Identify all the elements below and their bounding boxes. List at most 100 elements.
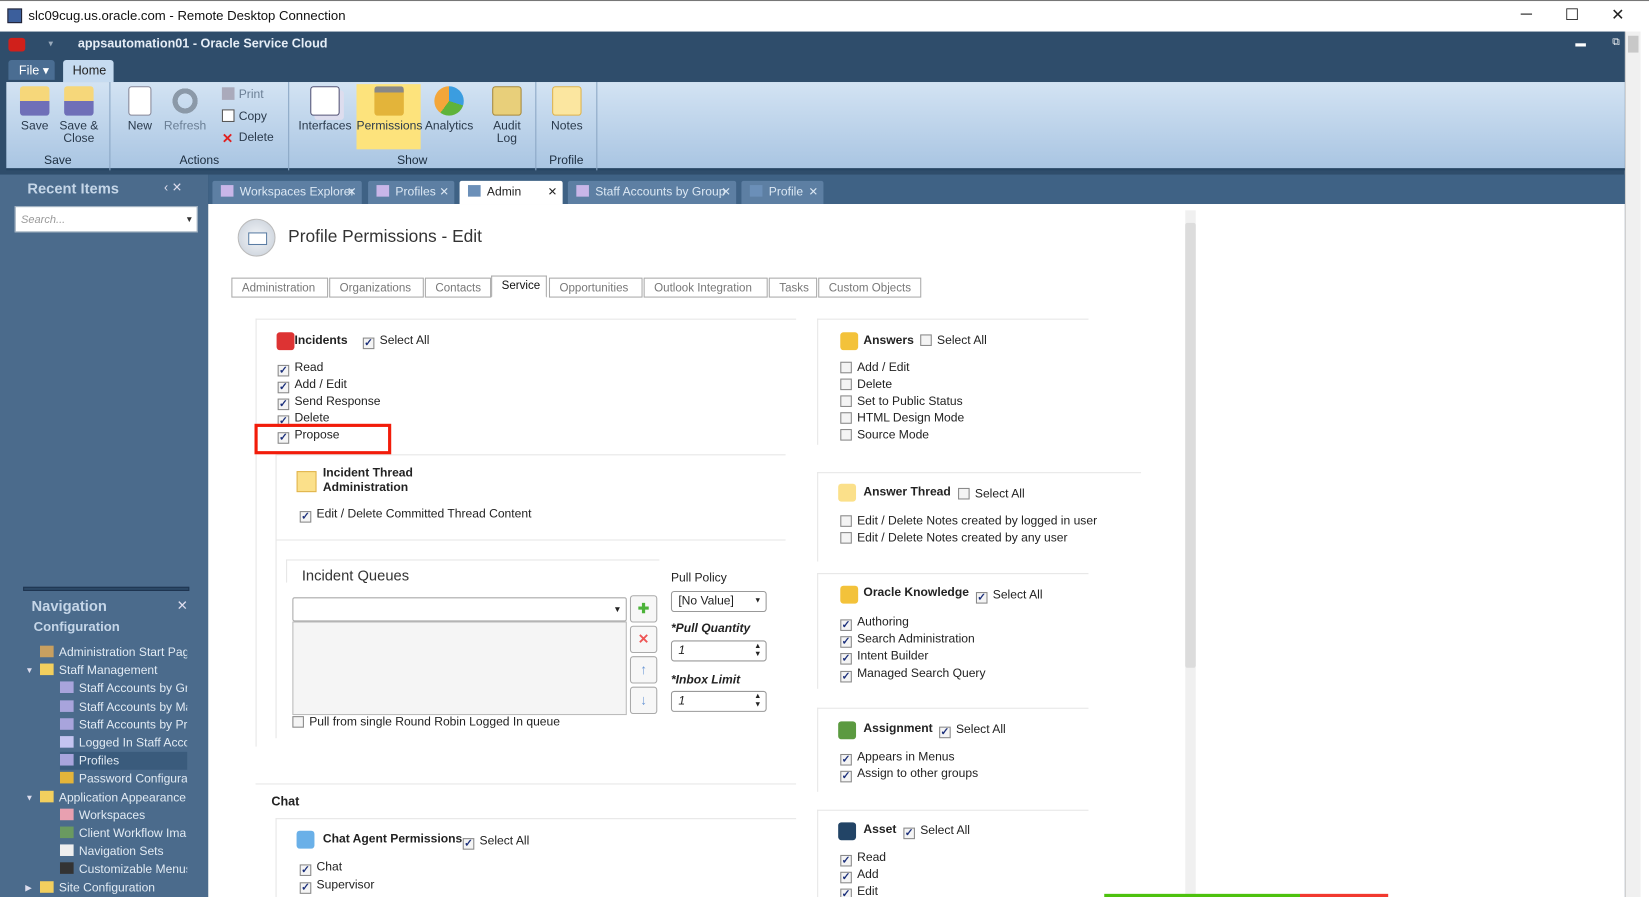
checkbox[interactable]: ✓ bbox=[277, 398, 290, 411]
permission-delete[interactable]: Delete bbox=[840, 378, 892, 396]
permission-add-edit[interactable]: ✓ Add / Edit bbox=[277, 379, 347, 396]
window-popout-icon[interactable]: ⧉ bbox=[1612, 37, 1620, 49]
add-queue-button[interactable]: ✚ bbox=[629, 595, 658, 623]
recent-items-controls[interactable]: ‹ ✕ bbox=[164, 180, 182, 195]
checkbox[interactable]: ✓ bbox=[840, 753, 852, 766]
permission-intent-builder[interactable]: ✓ Intent Builder bbox=[840, 650, 928, 667]
close-tab-icon[interactable]: ✕ bbox=[347, 185, 357, 199]
tab-profile[interactable]: Profile ✕ bbox=[741, 180, 824, 205]
checkbox[interactable]: ✓ bbox=[840, 670, 852, 683]
checkbox[interactable] bbox=[840, 515, 852, 527]
checkbox[interactable]: ✓ bbox=[840, 619, 852, 631]
audit-log-button[interactable]: Audit Log bbox=[486, 86, 528, 145]
permission-edit-delete-committed-thread-content[interactable]: ✓ Edit / Delete Committed Thread Content bbox=[299, 508, 531, 525]
permission-search-administration[interactable]: ✓ Search Administration bbox=[840, 633, 975, 650]
permission-managed-search-query[interactable]: ✓ Managed Search Query bbox=[840, 667, 986, 684]
checkbox[interactable]: ✓ bbox=[299, 511, 312, 523]
tab-service[interactable]: Service bbox=[491, 275, 547, 298]
nav-item-staff-management[interactable]: Staff Management bbox=[39, 662, 187, 680]
interfaces-button[interactable]: Interfaces bbox=[298, 86, 353, 132]
permission-authoring[interactable]: ✓ Authoring bbox=[840, 616, 909, 633]
checkbox[interactable]: ✓ bbox=[840, 770, 852, 783]
permissions-button[interactable]: Permissions bbox=[356, 84, 422, 150]
minimize-button[interactable]: ─ bbox=[1521, 5, 1532, 23]
chevron-down-icon[interactable]: ▼ bbox=[185, 215, 193, 224]
checkbox[interactable]: ✓ bbox=[840, 653, 852, 666]
spinner-icon[interactable]: ▲ ▼ bbox=[754, 643, 761, 660]
tab-administration[interactable]: Administration bbox=[231, 277, 329, 298]
copy-button[interactable]: Copy bbox=[221, 109, 267, 123]
checkbox[interactable]: ✓ bbox=[840, 888, 852, 897]
new-button[interactable]: New bbox=[123, 86, 157, 132]
nav-item-profiles[interactable]: Profiles bbox=[59, 752, 188, 770]
recent-items-search[interactable]: Search... ▼ bbox=[14, 206, 198, 233]
move-up-button[interactable]: ↑ bbox=[629, 656, 658, 684]
tab-tasks[interactable]: Tasks bbox=[768, 277, 818, 298]
knowledge-select-all[interactable]: ✓ Select All bbox=[975, 589, 1043, 606]
tab-home[interactable]: Home bbox=[63, 59, 114, 83]
nav-item-customizable-menus[interactable]: Customizable Menus bbox=[59, 861, 187, 879]
close-button[interactable]: ✕ bbox=[1611, 5, 1624, 24]
checkbox[interactable] bbox=[292, 716, 304, 728]
checkbox[interactable] bbox=[840, 532, 852, 544]
round-robin-checkbox[interactable]: Pull from single Round Robin Logged In q… bbox=[292, 716, 560, 733]
permission-edit-delete-notes-created-by-any-user[interactable]: Edit / Delete Notes created by any user bbox=[840, 532, 1068, 549]
save-close-button[interactable]: Save & Close bbox=[56, 86, 102, 145]
nav-item-staff-accounts-by-ma[interactable]: Staff Accounts by Ma bbox=[59, 698, 187, 716]
delete-button[interactable]: ✕ Delete bbox=[222, 131, 274, 145]
checkbox[interactable]: ✓ bbox=[903, 827, 915, 840]
nav-item-staff-accounts-by-gr[interactable]: Staff Accounts by Gr bbox=[59, 680, 187, 698]
incidents-select-all[interactable]: ✓ Select All bbox=[362, 334, 429, 351]
checkbox[interactable]: ✓ bbox=[975, 592, 988, 604]
close-tab-icon[interactable]: ✕ bbox=[548, 185, 558, 199]
panel-splitter[interactable] bbox=[23, 586, 190, 591]
nav-item-workspaces[interactable]: Workspaces bbox=[59, 806, 187, 824]
checkbox[interactable] bbox=[920, 334, 932, 346]
pull-policy-select[interactable]: [No Value] ▼ bbox=[670, 590, 767, 613]
checkbox[interactable]: ✓ bbox=[277, 364, 290, 377]
save-button[interactable]: Save bbox=[15, 86, 55, 132]
nav-item-client-workflow-ima[interactable]: Client Workflow Ima bbox=[59, 824, 187, 842]
checkbox[interactable]: ✓ bbox=[299, 864, 312, 876]
file-menu[interactable]: File ▾ bbox=[8, 59, 55, 80]
quick-access-icon[interactable]: ▾ bbox=[48, 38, 53, 50]
spinner-icon[interactable]: ▲ ▼ bbox=[754, 693, 761, 710]
checkbox[interactable] bbox=[840, 361, 852, 374]
nav-item-administration-start-pag[interactable]: Administration Start Pag bbox=[39, 644, 187, 662]
permission-appears-in-menus[interactable]: ✓ Appears in Menus bbox=[840, 751, 955, 768]
inbox-limit-stepper[interactable]: 1 ▲ ▼ bbox=[670, 690, 767, 712]
window-scrollbar[interactable] bbox=[1624, 31, 1641, 897]
queue-list[interactable] bbox=[292, 621, 627, 716]
close-tab-icon[interactable]: ✕ bbox=[439, 185, 449, 199]
checkbox[interactable] bbox=[958, 487, 970, 500]
checkbox[interactable]: ✓ bbox=[277, 381, 290, 394]
tab-outlook-integration[interactable]: Outlook Integration bbox=[643, 277, 768, 298]
permission-edit[interactable]: ✓ Edit bbox=[840, 885, 878, 897]
window-restore-icon[interactable]: ▬ bbox=[1575, 38, 1586, 50]
checkbox[interactable] bbox=[840, 378, 852, 391]
nav-item-staff-accounts-by-pr[interactable]: Staff Accounts by Pr bbox=[59, 716, 187, 734]
permission-edit-delete-notes-created-by-logged-in-user[interactable]: Edit / Delete Notes created by logged in… bbox=[840, 515, 1097, 532]
permission-source-mode[interactable]: Source Mode bbox=[840, 429, 929, 446]
permission-html-design-mode[interactable]: HTML Design Mode bbox=[840, 412, 964, 429]
expand-arrow-icon[interactable]: ▶ bbox=[25, 883, 31, 892]
asset-select-all[interactable]: ✓ Select All bbox=[903, 824, 970, 841]
tab-workspaces-explorer[interactable]: Workspaces Explorer ✕ bbox=[212, 180, 362, 205]
move-down-button[interactable]: ↓ bbox=[629, 686, 658, 715]
nav-item-navigation-sets[interactable]: Navigation Sets bbox=[59, 843, 187, 861]
checkbox[interactable] bbox=[840, 395, 852, 407]
permission-read[interactable]: ✓ Read bbox=[277, 362, 323, 379]
nav-item-logged-in-staff-acco[interactable]: Logged In Staff Acco bbox=[59, 734, 187, 752]
checkbox[interactable]: ✓ bbox=[840, 871, 852, 884]
tab-opportunities[interactable]: Opportunities bbox=[548, 277, 643, 298]
tab-staff-accounts-by-group[interactable]: Staff Accounts by Group ✕ bbox=[567, 180, 737, 205]
checkbox[interactable]: ✓ bbox=[299, 881, 312, 894]
checkbox[interactable] bbox=[840, 429, 852, 441]
permission-assign-to-other-groups[interactable]: ✓ Assign to other groups bbox=[840, 768, 978, 785]
analytics-button[interactable]: Analytics bbox=[423, 86, 476, 132]
maximize-button[interactable]: ☐ bbox=[1565, 5, 1579, 24]
permission-set-to-public-status[interactable]: Set to Public Status bbox=[840, 395, 963, 412]
assignment-select-all[interactable]: ✓ Select All bbox=[939, 723, 1006, 740]
tab-admin[interactable]: Admin ✕ bbox=[459, 180, 563, 205]
nav-item-application-appearance[interactable]: Application Appearance bbox=[39, 788, 187, 806]
